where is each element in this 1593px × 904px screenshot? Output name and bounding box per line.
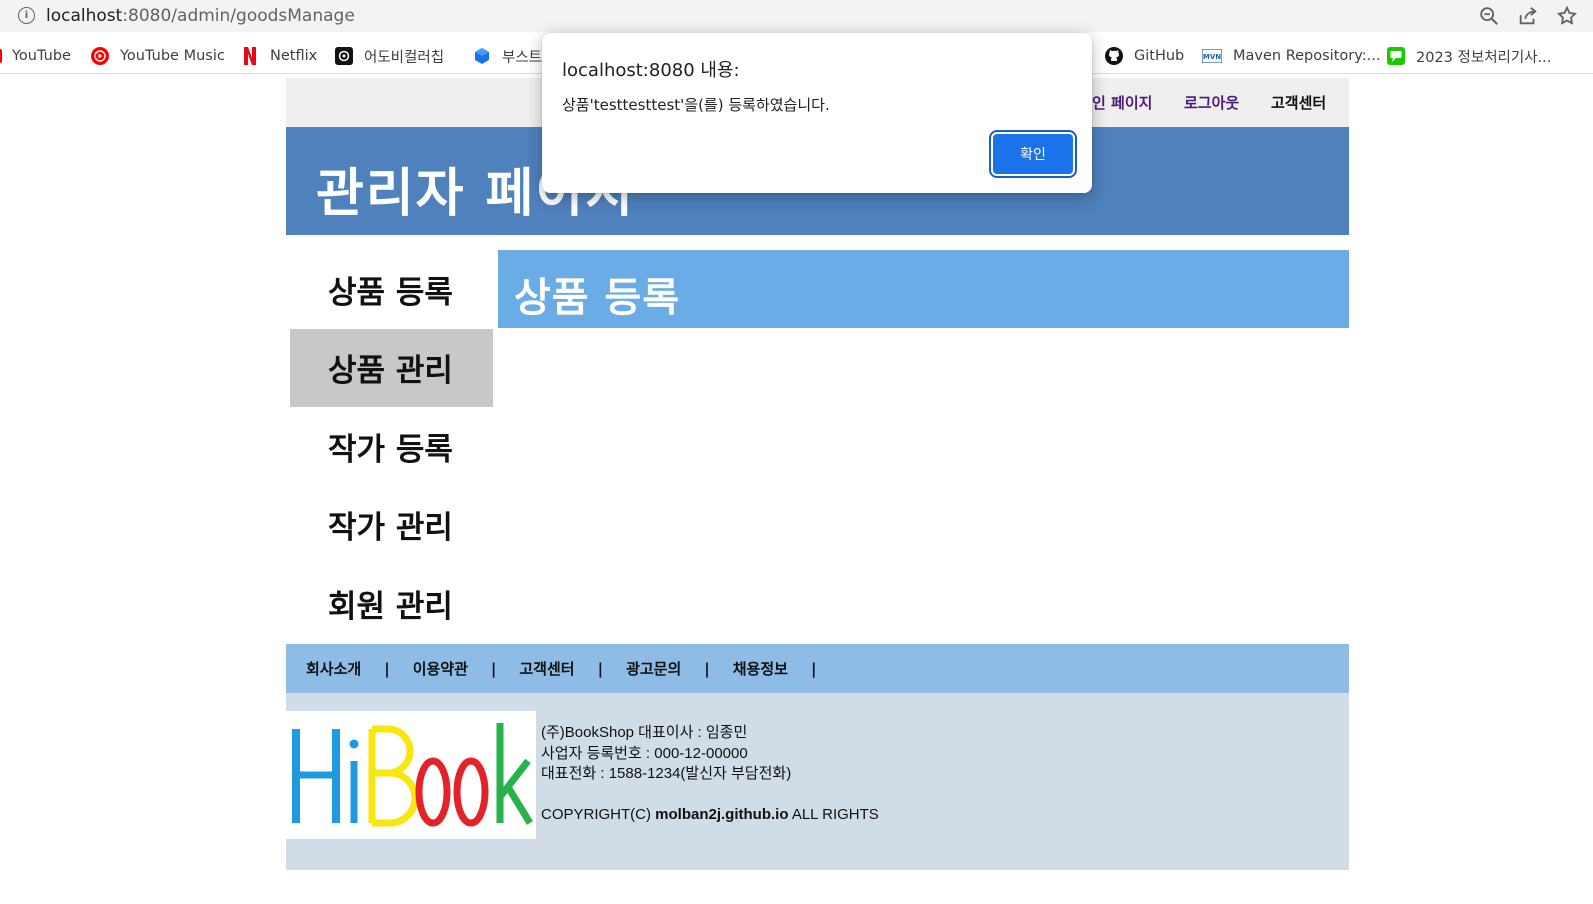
github-icon [1105, 47, 1123, 65]
bookmark-adobe-color[interactable]: 어도비컬러칩 [335, 44, 444, 68]
footer-separator: | [597, 659, 604, 678]
side-menu: 상품 등록 상품 관리 작가 등록 작가 관리 회원 관리 [290, 250, 493, 643]
youtube-music-icon [91, 47, 109, 65]
copyright-site: molban2j.github.io [655, 806, 789, 823]
side-item-author-manage[interactable]: 작가 관리 [290, 486, 493, 565]
support-link[interactable]: 고객센터 [1271, 92, 1326, 113]
footer-link-company[interactable]: 회사소개 [306, 658, 361, 679]
url-host: localhost [46, 6, 123, 26]
bookmark-exam[interactable]: 2023 정보처리기사... [1387, 44, 1551, 68]
bookmark-youtube[interactable]: YouTube [0, 44, 71, 68]
footer-separator: | [490, 659, 497, 678]
company-ceo-line: (주)BookShop 대표이사 : 임종민 [541, 724, 748, 741]
side-item-member-manage[interactable]: 회원 관리 [290, 564, 493, 643]
star-icon[interactable] [1556, 5, 1578, 27]
footer-link-terms[interactable]: 이용약관 [413, 658, 468, 679]
boost-icon [473, 47, 491, 65]
url-text[interactable]: localhost:8080/admin/goodsManage [46, 6, 355, 26]
company-phone-line: 대표전화 : 1588-1234(발신자 부담전화) [541, 765, 792, 782]
bookmark-label: 부스트 [502, 49, 543, 66]
side-item-goods-manage[interactable]: 상품 관리 [290, 328, 493, 407]
bookmark-label: GitHub [1134, 48, 1185, 64]
bookmark-maven[interactable]: MVN Maven Repository:... [1202, 44, 1380, 68]
company-reg-line: 사업자 등록번호 : 000-12-00000 [541, 744, 748, 762]
dialog-title: localhost:8080 내용: [562, 60, 740, 81]
side-item-author-register[interactable]: 작가 등록 [290, 407, 493, 486]
bookmark-label: Maven Repository:... [1233, 48, 1381, 64]
copyright-suffix: ALL RIGHTS [788, 806, 879, 823]
logo-image [292, 723, 533, 827]
adobe-color-icon [335, 47, 353, 65]
dialog-message: 상품'testtesttest'을(를) 등록하였습니다. [562, 96, 830, 114]
footer-link-jobs[interactable]: 채용정보 [733, 658, 788, 679]
bookmark-label: YouTube [12, 48, 71, 64]
content-title: 상품 등록 [514, 275, 681, 321]
footer-nav: 회사소개 | 이용약관 | 고객센터 | 광고문의 | 채용정보 | [286, 644, 1349, 693]
footer-separator: | [384, 659, 390, 678]
bookmark-label: YouTube Music [120, 48, 225, 64]
ok-button[interactable]: 확인 [993, 134, 1073, 174]
company-info: (주)BookShop 대표이사 : 임종민 사업자 등록번호 : 000-12… [541, 723, 879, 826]
footer-link-ads[interactable]: 광고문의 [626, 658, 681, 679]
content-title-bar: 상품 등록 [498, 250, 1349, 328]
footer-separator: | [810, 659, 817, 678]
footer-info: (주)BookShop 대표이사 : 임종민 사업자 등록번호 : 000-12… [286, 693, 1349, 870]
bookmark-label: Netflix [270, 48, 318, 64]
chat-icon [1387, 47, 1405, 65]
mypage-link[interactable]: 인 페이지 [1092, 92, 1152, 113]
youtube-icon [0, 47, 2, 65]
bookmark-label: 2023 정보처리기사... [1416, 49, 1552, 66]
netflix-icon [241, 47, 259, 65]
svg-text:MVN: MVN [1203, 53, 1221, 61]
copyright-prefix: COPYRIGHT(C) [541, 806, 656, 823]
bookmark-netflix[interactable]: Netflix [241, 44, 317, 68]
alert-dialog: localhost:8080 내용: 상품'testtesttest'을(를) … [542, 33, 1092, 193]
zoom-icon[interactable] [1478, 5, 1500, 27]
maven-icon: MVN [1202, 47, 1222, 65]
bookmark-boost[interactable]: 부스트 [473, 44, 542, 68]
share-icon[interactable] [1517, 5, 1539, 27]
side-item-goods-register[interactable]: 상품 등록 [290, 250, 493, 329]
bookmark-label: 어도비컬러칩 [364, 49, 445, 66]
info-icon[interactable]: i [18, 7, 35, 24]
bookmark-github[interactable]: GitHub [1105, 44, 1184, 68]
footer-separator: | [704, 659, 710, 678]
hibook-logo [286, 711, 536, 839]
address-bar[interactable]: i localhost:8080/admin/goodsManage [0, 0, 1593, 32]
copyright-line: COPYRIGHT(C) molban2j.github.io ALL RIGH… [541, 805, 879, 826]
url-path: :8080/admin/goodsManage [122, 6, 355, 26]
bookmark-youtube-music[interactable]: YouTube Music [91, 44, 225, 68]
footer-link-support[interactable]: 고객센터 [519, 658, 574, 679]
logout-link[interactable]: 로그아웃 [1184, 92, 1239, 113]
